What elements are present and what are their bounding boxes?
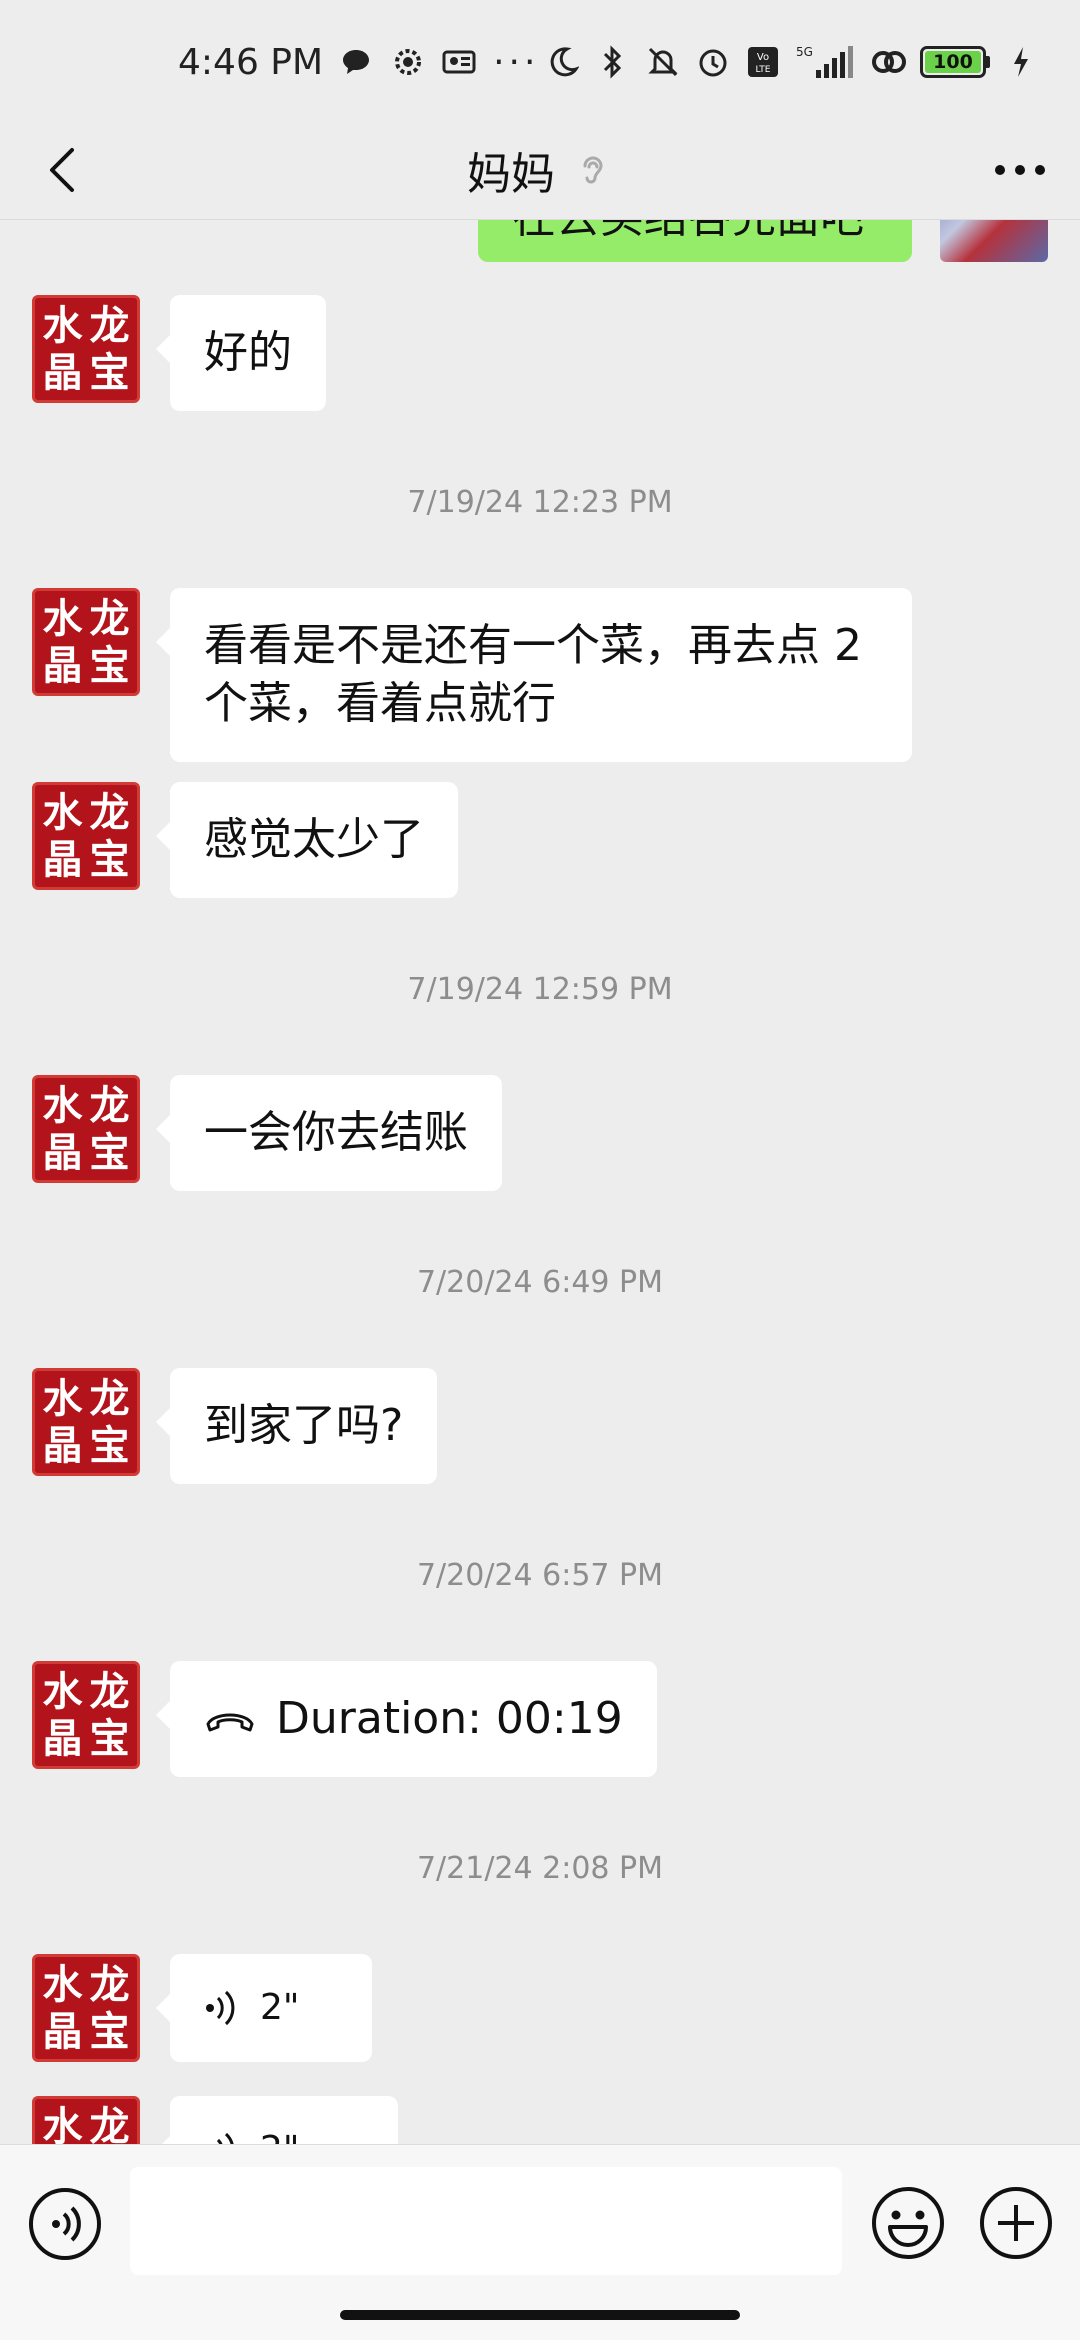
status-time: 4:46 PM [178,41,324,83]
contact-avatar[interactable]: 水龙晶宝 [32,782,140,890]
chat-header: 妈妈 [0,120,1080,220]
battery-icon: 100 [920,46,990,78]
voice-input-icon [29,2188,101,2260]
alarm-icon [694,43,732,81]
more-options-button[interactable] [988,148,1052,192]
title-wrap: 妈妈 [0,120,1080,220]
plus-icon [980,2187,1052,2259]
voice-message-bubble[interactable]: 2" [156,1954,372,2062]
message-text: 感觉太少了 [204,814,424,865]
bell-off-icon [644,43,682,81]
link-icon [870,43,908,81]
chat-bubble-icon [337,43,375,81]
message-bubble[interactable]: 感觉太少了 [156,782,458,898]
message-text: 一会你去结账 [204,1107,468,1158]
call-duration: Duration: 00:19 [276,1693,623,1744]
emoji-icon [872,2187,944,2259]
phone-hangup-icon [206,1713,254,1732]
bluetooth-icon [594,43,632,81]
contact-avatar[interactable]: 水龙晶宝 [32,295,140,403]
contact-avatar[interactable]: 水龙晶宝 [32,1075,140,1183]
timestamp: 7/20/24 6:49 PM [416,1265,664,1300]
status-left: 4:46 PM ··· [178,38,539,86]
charging-icon [1002,43,1040,81]
my-avatar[interactable] [940,220,1048,262]
chat-list[interactable]: 在去买结各完面吧 水龙晶宝 好的 7/19/24 12:23 PM 水龙晶宝 看… [0,220,1080,2144]
moon-icon [544,43,582,81]
voice-input-button[interactable] [28,2187,102,2261]
svg-text:Vo: Vo [757,52,769,63]
message-bubble[interactable]: 到家了吗? [155,1368,438,1484]
message-input[interactable] [130,2167,842,2275]
message-bubble[interactable]: 一会你去结账 [156,1075,502,1191]
timestamp: 7/19/24 12:23 PM [407,485,673,520]
voice-wave-icon [216,2132,234,2144]
chat-title: 妈妈 [467,149,555,200]
home-indicator[interactable] [340,2310,740,2320]
contact-avatar[interactable]: 水龙晶宝 [32,1368,140,1476]
call-record-bubble[interactable]: Duration: 00:19 [156,1661,657,1777]
voice-message-bubble[interactable]: 2" [156,2096,398,2144]
more-notifications-icon: ··· [493,41,540,83]
volte-icon: Vo LTE [744,43,782,81]
more-actions-button[interactable] [978,2185,1054,2261]
status-right: Vo LTE 5G 100 [544,38,1040,86]
contact-avatar[interactable]: 水龙晶宝 [32,588,140,696]
battery-level: 100 [925,51,981,73]
message-bubble[interactable]: 好的 [156,295,326,411]
message-text-line-1: 看看是不是还有一个菜，再去点 2 [204,620,862,671]
voice-duration: 2" [260,2121,299,2144]
voice-duration: 2" [260,1987,300,2028]
svg-text:LTE: LTE [756,65,771,75]
ear-icon [573,150,613,190]
message-text: 好的 [204,327,292,378]
voice-wave-icon [206,1990,235,2026]
contact-avatar[interactable]: 水龙晶宝 [32,1954,140,2062]
more-dots-icon [995,165,1045,175]
contact-card-icon [441,43,479,81]
message-text: 到家了吗? [204,1400,404,1451]
message-bubble[interactable]: 看看是不是还有一个菜，再去点 2 个菜，看着点就行 [156,588,912,762]
status-bar: 4:46 PM ··· Vo LTE 5G 100 [0,0,1080,120]
contact-avatar[interactable]: 水龙晶宝 [32,2096,140,2144]
svg-text:5G: 5G [796,45,813,59]
signal-icon: 5G [794,43,858,81]
timestamp: 7/20/24 6:57 PM [416,1558,664,1593]
sent-message-bubble[interactable]: 在去买结各完面吧 [478,220,912,262]
timestamp: 7/19/24 12:59 PM [407,972,673,1007]
timestamp: 7/21/24 2:08 PM [416,1851,664,1886]
message-text-line-2: 个菜，看着点就行 [204,678,556,729]
gear-icon [389,43,427,81]
sent-message-text: 在去买结各完面吧 [512,220,864,243]
emoji-button[interactable] [870,2185,946,2261]
contact-avatar[interactable]: 水龙晶宝 [32,1661,140,1769]
